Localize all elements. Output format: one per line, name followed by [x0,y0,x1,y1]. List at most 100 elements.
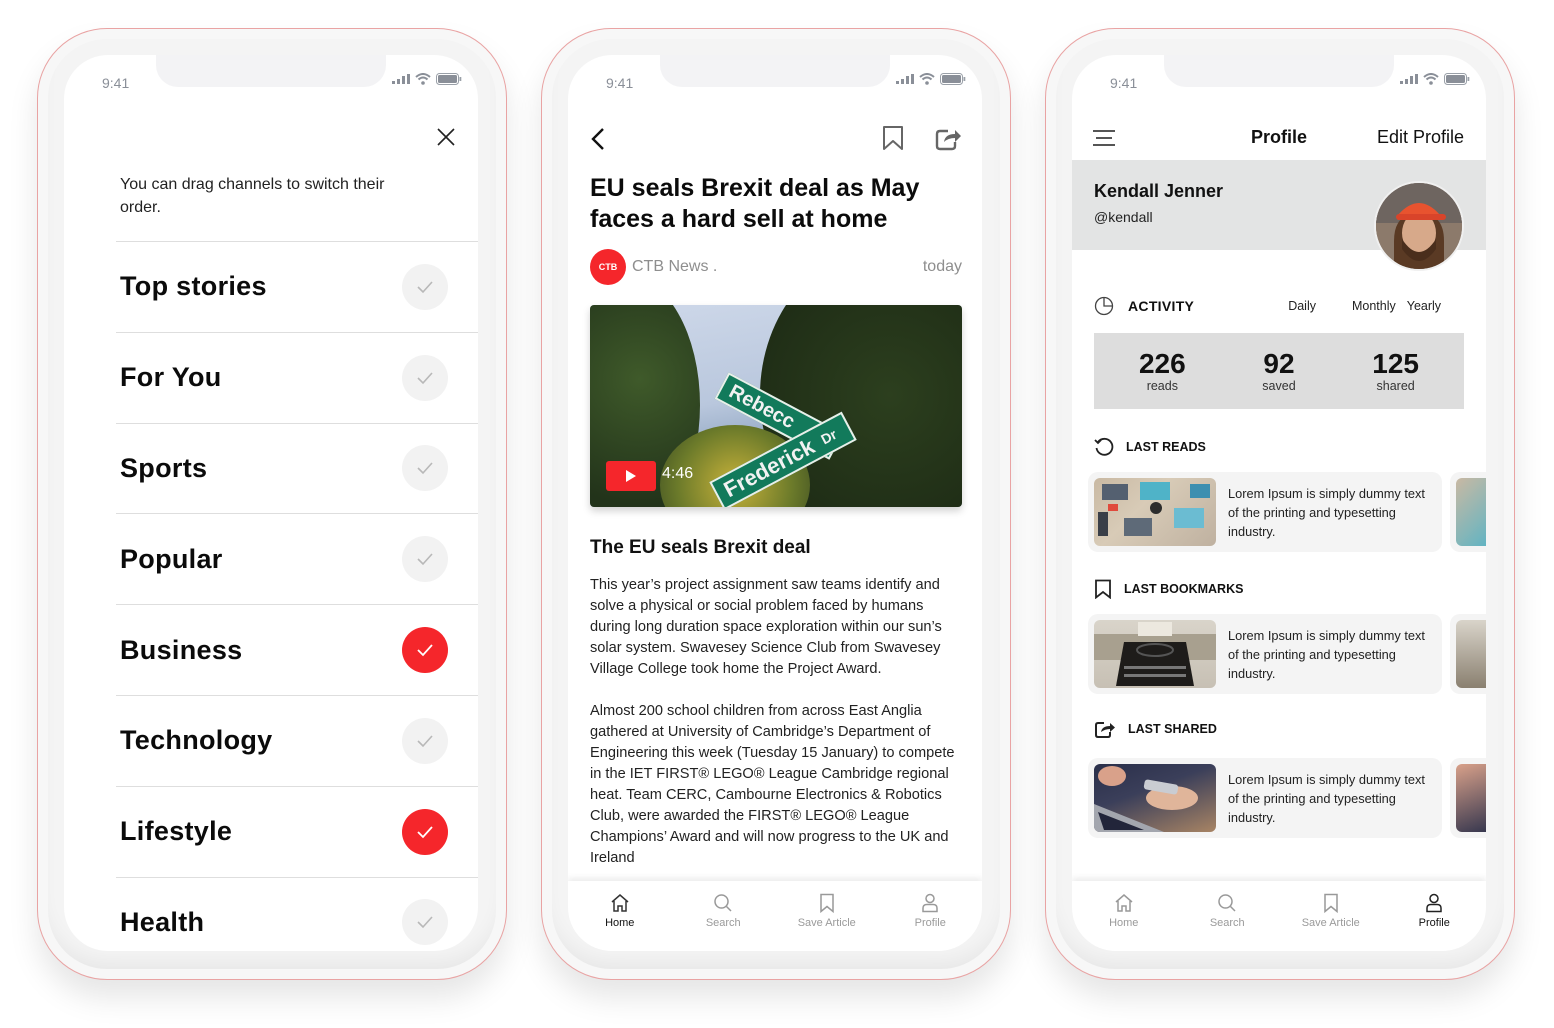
status-icons [1400,73,1470,85]
channel-item[interactable]: Business [116,604,478,695]
signal-icon [896,74,914,84]
bookmark-icon [820,893,834,913]
tab-profile[interactable]: Profile [1389,893,1479,951]
article-card-peek[interactable] [1450,472,1486,552]
channel-item[interactable]: Popular [116,513,478,604]
channel-toggle[interactable] [402,899,448,946]
search-icon [714,894,732,912]
channel-item[interactable]: Sports [116,422,478,514]
play-button[interactable] [606,461,656,491]
card-thumbnail [1456,620,1486,688]
article-card-peek[interactable] [1450,758,1486,838]
channel-item[interactable]: Health [116,876,478,951]
period-monthly[interactable]: Monthly [1352,299,1396,313]
channel-toggle-selected[interactable] [402,808,448,855]
channel-item[interactable]: Technology [116,694,478,786]
avatar[interactable] [1374,181,1464,271]
tab-label: Home [1109,917,1139,929]
tab-home[interactable]: Home [575,893,665,951]
stat-value: 92 [1263,348,1295,379]
wifi-icon [415,73,431,85]
play-icon [626,470,636,482]
channel-name: Health [120,906,205,937]
bookmark-button[interactable] [882,125,904,151]
last-shared-carousel[interactable]: Lorem Ipsum is simply dummy text of the … [1088,758,1486,838]
tab-search[interactable]: Search [1182,893,1272,951]
tab-save-article[interactable]: Save Article [782,893,872,951]
desk-image [1098,482,1210,536]
article-screen: 9:41 EU seals Brexit deal as May faces a… [568,55,982,951]
channel-name: Lifestyle [120,816,233,847]
tab-profile[interactable]: Profile [885,893,975,951]
source-row: CTB CTB News . today [590,249,962,285]
check-icon [417,735,433,748]
channel-toggle[interactable] [402,263,448,310]
period-daily[interactable]: Daily [1288,299,1316,313]
user-icon [922,893,938,913]
period-yearly[interactable]: Yearly [1407,299,1441,313]
article-card[interactable]: Lorem Ipsum is simply dummy text of the … [1088,472,1442,552]
home-icon [611,894,629,912]
tab-label: Home [605,917,635,929]
article-card-peek[interactable] [1450,614,1486,694]
tab-save-article[interactable]: Save Article [1286,893,1376,951]
signal-icon [1400,74,1418,84]
channels-screen: 9:41 You can drag channels to switch the… [64,55,478,951]
section-last-bookmarks: LAST BOOKMARKS [1094,578,1243,600]
home-icon [1115,894,1133,912]
channel-toggle[interactable] [402,536,448,583]
activity-stats: 226 reads 92 saved 125 shared [1094,333,1464,409]
article-body: This year’s project assignment saw teams… [590,575,962,890]
tab-bar: Home Search Save Article Profile [1072,881,1486,951]
last-bookmarks-carousel[interactable]: Lorem Ipsum is simply dummy text of the … [1088,614,1486,694]
channel-toggle-selected[interactable] [402,627,448,674]
channel-toggle[interactable] [402,354,448,401]
stat-label: reads [1146,379,1178,393]
back-button[interactable] [590,127,606,151]
article-card[interactable]: Lorem Ipsum is simply dummy text of the … [1088,614,1442,694]
phone-channels: 9:41 You can drag channels to switch the… [37,28,507,980]
card-thumbnail [1094,620,1216,688]
tab-search[interactable]: Search [678,893,768,951]
tab-home[interactable]: Home [1079,893,1169,951]
tab-label: Search [705,917,741,929]
pie-chart-icon [1094,296,1114,316]
article-card[interactable]: Lorem Ipsum is simply dummy text of the … [1088,758,1442,838]
last-reads-carousel[interactable]: Lorem Ipsum is simply dummy text of the … [1088,472,1486,552]
activity-header: ACTIVITY Daily Monthly Yearly [1094,295,1464,317]
section-title: LAST BOOKMARKS [1124,582,1244,596]
channel-list: Top stories For You Sports Popular Busin… [116,241,478,951]
stat-shared: 125 shared [1346,349,1446,394]
source-name[interactable]: CTB News . [632,258,717,276]
share-button[interactable] [934,125,962,151]
wifi-icon [1423,73,1439,85]
channel-item[interactable]: For You [116,331,478,423]
channel-item[interactable]: Top stories [116,241,478,332]
channel-name: Popular [120,543,223,574]
edit-profile-button[interactable]: Edit Profile [1377,127,1464,148]
video-player[interactable]: Rebecc Frederick Dr 4:46 [590,305,962,507]
article-subheadline: The EU seals Brexit deal [590,537,811,558]
bookmark-icon [1095,579,1111,599]
check-icon [417,826,433,838]
article-paragraph: This year’s project assignment saw teams… [590,577,942,677]
channel-name: Top stories [120,271,267,302]
phone-article: 9:41 EU seals Brexit deal as May faces a… [541,28,1011,980]
check-icon [417,281,433,294]
channel-toggle[interactable] [402,717,448,764]
laptop-phone-image [1094,766,1198,832]
channel-item[interactable]: Lifestyle [116,785,478,877]
section-last-shared: LAST SHARED [1094,718,1217,740]
channel-toggle[interactable] [402,445,448,492]
tab-label: Profile [914,917,946,929]
search-icon [1218,894,1236,912]
notch [156,55,386,87]
notch [660,55,890,87]
share-icon [1095,722,1115,738]
stat-reads: 226 reads [1112,349,1212,394]
close-button[interactable] [436,127,456,147]
check-icon [417,553,433,566]
check-icon [417,462,433,475]
article-headline: EU seals Brexit deal as May faces a hard… [590,174,920,233]
card-thumbnail [1456,764,1486,832]
